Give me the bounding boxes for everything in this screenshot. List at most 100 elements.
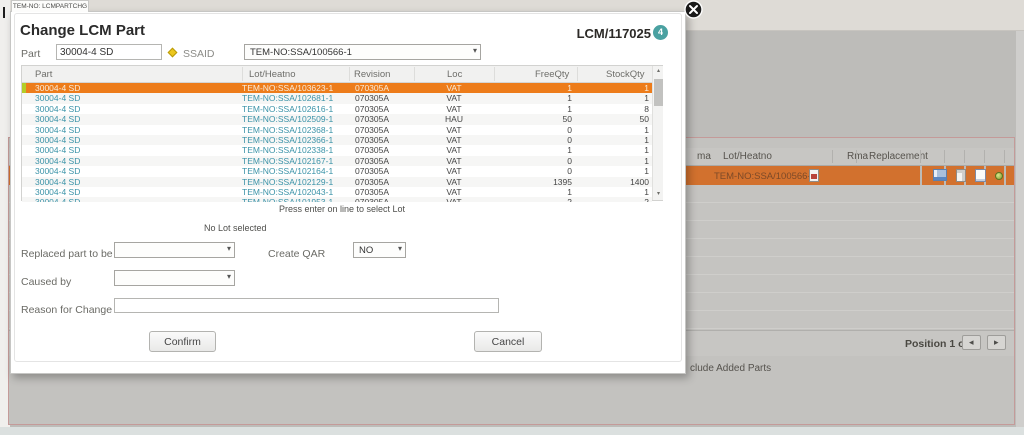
reason-for-change-input[interactable] [114,298,499,313]
close-button[interactable] [684,0,703,19]
cell: 30004-4 SD [22,197,242,202]
page-icon[interactable] [956,169,966,182]
cell: 50 [494,114,577,124]
grid-header-partial: ma [697,151,711,162]
cell: 070305A [349,93,414,103]
col-freeqty[interactable]: FreeQty [535,69,569,80]
cell: 070305A [349,125,414,135]
cell: 1 [577,145,652,155]
dialog-title: Change LCM Part [20,22,145,39]
row-lot-value: TEM-NO:SSA/100566-1 [714,171,816,182]
confirm-button[interactable]: Confirm [149,331,216,352]
table-row[interactable]: 30004-4 SDTEM-NO:SSA/102509-1070305AHAU5… [22,114,652,124]
table-row[interactable]: 30004-4 SDTEM-NO:SSA/102043-1070305AVAT1… [22,187,652,197]
col-part[interactable]: Part [35,69,52,80]
right-strip [1016,31,1024,427]
column-separator [1004,166,1006,185]
scroll-down-icon[interactable] [653,189,664,200]
scroll-up-icon[interactable] [653,66,664,77]
cell: 070305A [349,156,414,166]
cell: TEM-NO:SSA/102681-1 [242,93,349,103]
cell: 30004-4 SD [22,145,242,155]
cell: VAT [414,187,494,197]
cell: VAT [414,177,494,187]
ssa-select[interactable]: TEM-NO:SSA/100566-1 [244,44,481,60]
lot-table-header: Part Lot/Heatno Revision Loc FreeQty Sto… [22,66,652,83]
column-separator [577,67,578,81]
table-row[interactable]: 30004-4 SDTEM-NO:SSA/102338-1070305AVAT1… [22,145,652,155]
cell: HAU [414,114,494,124]
cell: 070305A [349,166,414,176]
ssa-select-value: TEM-NO:SSA/100566-1 [250,47,352,58]
text-cursor-mark [3,7,5,18]
table-row[interactable]: 30004-4 SDTEM-NO:SSA/102366-1070305AVAT0… [22,135,652,145]
status-dot-icon [995,172,1003,180]
cell: VAT [414,93,494,103]
cell: TEM-NO:SSA/102167-1 [242,156,349,166]
cell: 1 [494,104,577,114]
col-loc[interactable]: Loc [447,69,462,80]
previous-page-button[interactable] [962,335,981,350]
table-row[interactable]: 30004-4 SDTEM-NO:SSA/102167-1070305AVAT0… [22,156,652,166]
cell: VAT [414,83,494,93]
cell: 070305A [349,104,414,114]
table-row[interactable]: 30004-4 SDTEM-NO:SSA/101953-1070305AVAT2… [22,197,652,202]
book-icon[interactable] [933,169,947,181]
column-separator [349,67,350,81]
cell: 0 [494,166,577,176]
column-separator [832,150,833,163]
cell: 8 [577,104,652,114]
cell: 1 [494,145,577,155]
table-row[interactable]: 30004-4 SDTEM-NO:SSA/103623-1070305AVAT1… [22,83,652,93]
dialog-reference-badge: 4 [653,25,668,40]
col-revision[interactable]: Revision [354,69,390,80]
table-row[interactable]: 30004-4 SDTEM-NO:SSA/102681-1070305AVAT1… [22,93,652,103]
lot-table-rows: 30004-4 SDTEM-NO:SSA/103623-1070305AVAT1… [22,83,652,202]
include-added-parts-partial-label: clude Added Parts [690,363,771,374]
column-separator [856,150,857,163]
cell: 1 [577,83,652,93]
column-separator [242,67,243,81]
create-qar-select[interactable]: NO [353,242,406,258]
cell: 1 [494,93,577,103]
scrollbar-thumb[interactable] [654,79,663,106]
table-row[interactable]: 30004-4 SDTEM-NO:SSA/102368-1070305AVAT0… [22,125,652,135]
caused-by-label: Caused by [21,276,71,288]
cell: 1 [577,187,652,197]
cell: 30004-4 SD [22,156,242,166]
column-separator [984,150,985,163]
replaced-part-select[interactable] [114,242,235,258]
cell: 070305A [349,145,414,155]
document-icon[interactable] [975,169,986,182]
cell: TEM-NO:SSA/103623-1 [242,83,349,93]
column-separator [944,150,945,163]
cell: 30004-4 SD [22,135,242,145]
table-row[interactable]: 30004-4 SDTEM-NO:SSA/102616-1070305AVAT1… [22,104,652,114]
cell: TEM-NO:SSA/102043-1 [242,187,349,197]
col-stockqty[interactable]: StockQty [606,69,645,80]
part-input[interactable] [56,44,162,60]
cell: 1 [577,166,652,176]
pdf-icon[interactable] [809,169,819,182]
table-row[interactable]: 30004-4 SDTEM-NO:SSA/102129-1070305AVAT1… [22,177,652,187]
table-scrollbar[interactable] [652,66,663,200]
cell: 30004-4 SD [22,83,242,93]
cell: TEM-NO:SSA/101953-1 [242,197,349,202]
caused-by-select[interactable] [114,270,235,286]
cell: 1395 [494,177,577,187]
cancel-button[interactable]: Cancel [474,331,542,352]
table-row[interactable]: 30004-4 SDTEM-NO:SSA/102164-1070305AVAT0… [22,166,652,176]
ssaid-label: SSAID [183,48,215,60]
next-page-button[interactable] [987,335,1006,350]
dialog-tab[interactable]: TEM-NO: LCMPARTCHG [11,0,89,12]
cell: TEM-NO:SSA/102366-1 [242,135,349,145]
dialog-reference: LCM/117025 [577,26,651,41]
col-lot[interactable]: Lot/Heatno [249,69,295,80]
cell: 50 [577,114,652,124]
cell: 070305A [349,114,414,124]
cell: 30004-4 SD [22,177,242,187]
cell: TEM-NO:SSA/102509-1 [242,114,349,124]
cell: 30004-4 SD [22,166,242,176]
cell: 1 [577,135,652,145]
cell: 30004-4 SD [22,125,242,135]
